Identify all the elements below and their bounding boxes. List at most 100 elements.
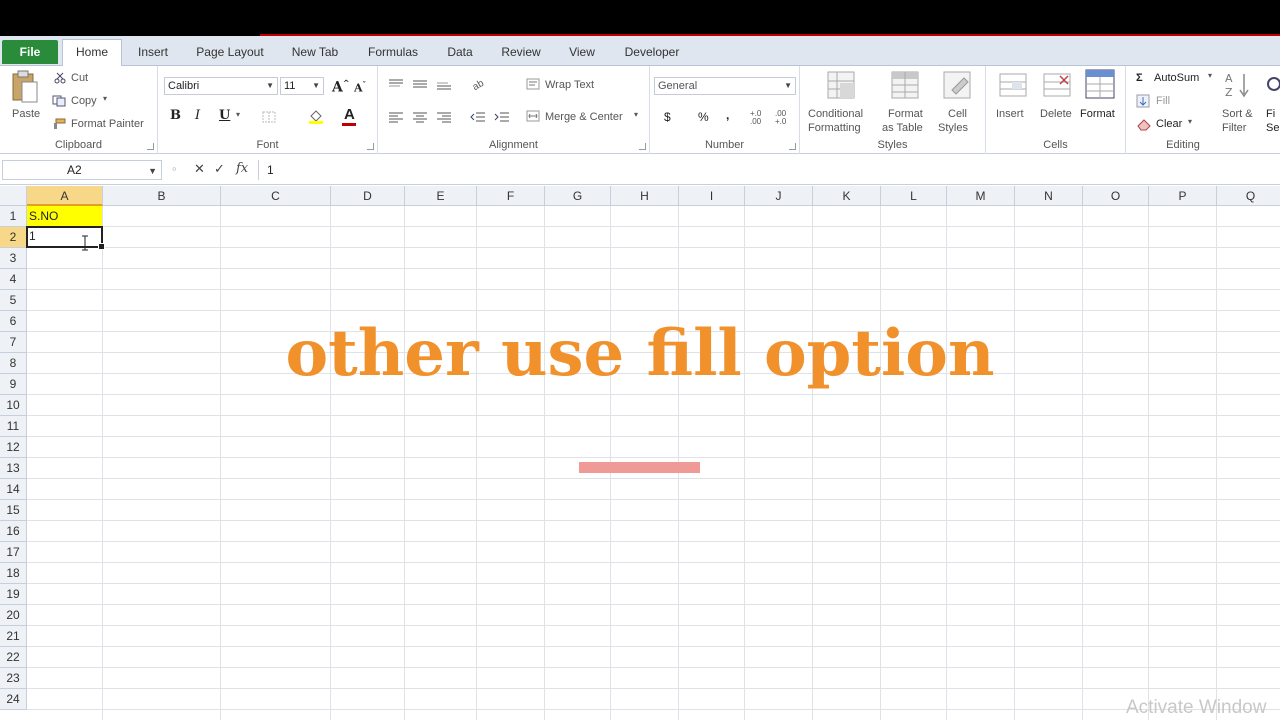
column-header-m[interactable]: M	[947, 186, 1015, 206]
find-select-button[interactable]: Fi Se	[1264, 70, 1280, 136]
column-header-a[interactable]: A	[27, 186, 103, 206]
align-right-icon[interactable]	[436, 111, 452, 123]
tab-home[interactable]: Home	[62, 39, 122, 67]
fill-color-icon[interactable]	[308, 108, 324, 124]
decrease-indent-icon[interactable]	[470, 111, 486, 123]
column-header-k[interactable]: K	[813, 186, 881, 206]
borders-icon[interactable]	[262, 111, 276, 123]
autosum-dropdown-icon[interactable]: ▾	[1208, 71, 1212, 80]
tab-insert[interactable]: Insert	[130, 44, 176, 60]
copy-dropdown-icon[interactable]: ▾	[103, 94, 107, 103]
percent-button[interactable]: %	[698, 110, 709, 124]
align-center-icon[interactable]	[412, 111, 428, 123]
decrease-decimal-button[interactable]: .00 +.0	[775, 110, 795, 126]
row-header-8[interactable]: 8	[0, 353, 27, 374]
align-bottom-icon[interactable]	[436, 78, 452, 90]
column-header-e[interactable]: E	[405, 186, 477, 206]
formula-input[interactable]: 1	[258, 160, 1280, 180]
merge-center-button[interactable]: Merge & Center	[545, 111, 623, 123]
row-header-18[interactable]: 18	[0, 563, 27, 584]
format-as-table-button[interactable]: Format as Table	[880, 70, 934, 136]
alignment-launcher-icon[interactable]	[639, 143, 646, 150]
row-header-3[interactable]: 3	[0, 248, 27, 269]
wrap-text-button[interactable]: Wrap Text	[545, 79, 594, 91]
tab-file[interactable]: File	[2, 40, 58, 64]
name-box[interactable]: A2 ▼	[2, 160, 162, 180]
tab-page-layout[interactable]: Page Layout	[190, 44, 270, 60]
column-header-d[interactable]: D	[331, 186, 405, 206]
row-header-4[interactable]: 4	[0, 269, 27, 290]
row-header-11[interactable]: 11	[0, 416, 27, 437]
increase-indent-icon[interactable]	[494, 111, 510, 123]
column-header-n[interactable]: N	[1015, 186, 1083, 206]
column-header-c[interactable]: C	[221, 186, 331, 206]
row-header-12[interactable]: 12	[0, 437, 27, 458]
row-header-2[interactable]: 2	[0, 227, 27, 248]
column-header-l[interactable]: L	[881, 186, 947, 206]
row-header-13[interactable]: 13	[0, 458, 27, 479]
align-middle-icon[interactable]	[412, 78, 428, 90]
row-header-21[interactable]: 21	[0, 626, 27, 647]
bold-button[interactable]: B	[170, 108, 181, 123]
number-launcher-icon[interactable]	[789, 143, 796, 150]
tab-new-tab[interactable]: New Tab	[284, 44, 346, 60]
row-header-5[interactable]: 5	[0, 290, 27, 311]
currency-button[interactable]: $	[664, 110, 671, 124]
clear-button[interactable]: Clear	[1156, 118, 1182, 130]
copy-button[interactable]: Copy	[71, 95, 97, 107]
column-header-q[interactable]: Q	[1217, 186, 1280, 206]
row-header-17[interactable]: 17	[0, 542, 27, 563]
insert-function-button[interactable]: fx	[236, 161, 248, 176]
number-format-select[interactable]: General ▼	[654, 77, 796, 95]
clipboard-launcher-icon[interactable]	[147, 143, 154, 150]
comma-button[interactable]: ,	[726, 108, 729, 122]
tab-developer[interactable]: Developer	[618, 44, 686, 60]
row-header-24[interactable]: 24	[0, 689, 27, 710]
column-header-j[interactable]: J	[745, 186, 813, 206]
fill-button[interactable]: Fill	[1156, 95, 1170, 107]
cut-button[interactable]: Cut	[71, 72, 88, 84]
cell-a2-active[interactable]: 1	[26, 226, 105, 250]
column-header-p[interactable]: P	[1149, 186, 1217, 206]
row-header-19[interactable]: 19	[0, 584, 27, 605]
row-header-23[interactable]: 23	[0, 668, 27, 689]
underline-button[interactable]: U	[219, 108, 230, 123]
increase-decimal-button[interactable]: +.0 .00	[750, 110, 770, 126]
row-header-6[interactable]: 6	[0, 311, 27, 332]
cell-a1[interactable]: S.NO	[27, 206, 102, 226]
sort-filter-button[interactable]: AZ Sort & Filter	[1220, 70, 1260, 136]
conditional-formatting-button[interactable]: Conditional Formatting	[806, 70, 876, 136]
grow-font-icon[interactable]: A^	[332, 78, 350, 96]
shrink-font-icon[interactable]: Aˇ	[354, 80, 366, 95]
row-header-1[interactable]: 1	[0, 206, 27, 227]
row-header-16[interactable]: 16	[0, 521, 27, 542]
expand-icon[interactable]: ◦	[172, 161, 177, 176]
column-header-g[interactable]: G	[545, 186, 611, 206]
format-painter-button[interactable]: Format Painter	[71, 118, 144, 130]
worksheet-grid[interactable]: A B C D E F G H I J K L M N O P Q 1 2 3 4 5 6 7 8 9 10 11 12 13 14 15 16…	[0, 186, 1280, 720]
row-header-14[interactable]: 14	[0, 479, 27, 500]
align-left-icon[interactable]	[388, 111, 404, 123]
tab-view[interactable]: View	[562, 44, 602, 60]
row-header-20[interactable]: 20	[0, 605, 27, 626]
row-header-22[interactable]: 22	[0, 647, 27, 668]
tab-data[interactable]: Data	[440, 44, 480, 60]
column-header-b[interactable]: B	[103, 186, 221, 206]
row-header-7[interactable]: 7	[0, 332, 27, 353]
column-header-i[interactable]: I	[679, 186, 745, 206]
delete-cells-button[interactable]: Delete	[1036, 70, 1076, 136]
orientation-icon[interactable]: ab	[470, 76, 492, 90]
row-header-10[interactable]: 10	[0, 395, 27, 416]
autosum-button[interactable]: AutoSum	[1154, 72, 1199, 84]
font-launcher-icon[interactable]	[367, 143, 374, 150]
format-cells-button[interactable]: Format	[1078, 68, 1122, 136]
font-name-select[interactable]: Calibri ▼	[164, 77, 278, 95]
font-color-icon[interactable]: A	[344, 106, 355, 123]
merge-dropdown-icon[interactable]: ▾	[634, 110, 638, 119]
select-all-button[interactable]	[0, 186, 27, 206]
insert-cells-button[interactable]: Insert	[992, 70, 1032, 136]
enter-icon[interactable]: ✓	[214, 161, 225, 177]
align-top-icon[interactable]	[388, 78, 404, 90]
column-header-f[interactable]: F	[477, 186, 545, 206]
column-header-o[interactable]: O	[1083, 186, 1149, 206]
